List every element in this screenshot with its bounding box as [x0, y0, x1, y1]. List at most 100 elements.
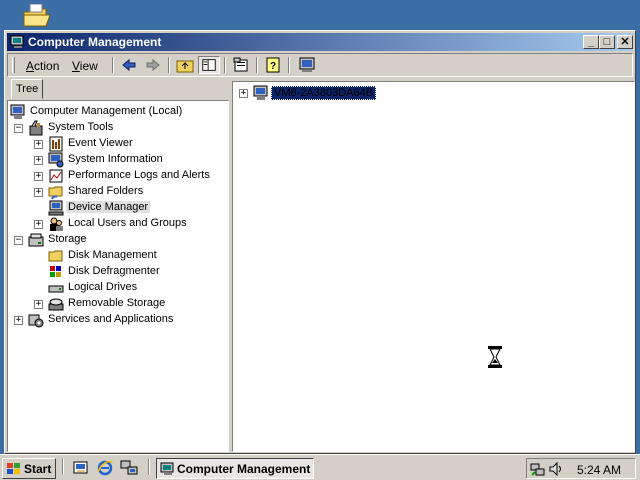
detail-node-computer[interactable]: + VM8-2A3803DA64B [239, 85, 389, 101]
taskbar-button-computer-management[interactable]: Computer Management [156, 458, 314, 479]
tree-node-disk-management[interactable]: Disk Management [34, 248, 224, 264]
up-folder-icon[interactable] [174, 56, 196, 74]
window-title: Computer Management [28, 35, 162, 49]
tree-node-system-tools[interactable]: − System Tools [14, 120, 214, 136]
expand-icon[interactable]: + [14, 316, 23, 325]
tree-node-performance-logs[interactable]: + Performance Logs and Alerts [34, 168, 228, 184]
tab-tree[interactable]: Tree [11, 79, 43, 99]
volume-icon[interactable] [548, 461, 564, 477]
expand-icon[interactable]: + [239, 89, 248, 98]
menu-action-accel: A [26, 59, 35, 73]
forward-icon[interactable] [142, 56, 164, 74]
computer-icon [10, 104, 25, 119]
tree-label: System Information [68, 153, 163, 165]
expand-icon[interactable]: + [34, 172, 43, 181]
system-tools-icon [29, 120, 43, 136]
collapse-icon[interactable]: − [14, 124, 23, 133]
tree-label: Shared Folders [68, 185, 144, 197]
computer-name-label: VM8-2A3803DA64B [271, 86, 377, 100]
tree-node-services-apps[interactable]: + Services and Applications [14, 312, 214, 328]
tree-label: Computer Management (Local) [30, 105, 183, 117]
tree-label-selected: Device Manager [66, 201, 151, 213]
system-tray: 5:24 AM [526, 458, 636, 479]
computer-icon[interactable] [296, 56, 318, 74]
services-applications-icon [28, 314, 44, 328]
tree-node-storage[interactable]: − Storage [14, 232, 214, 248]
maximize-button[interactable]: □ [599, 35, 615, 49]
tree-label: Event Viewer [68, 137, 133, 149]
toolbar-separator [168, 57, 170, 73]
tree-node-removable-storage[interactable]: + Removable Storage [34, 296, 224, 312]
disk-management-icon [48, 250, 63, 262]
computer-management-window: Computer Management _ □ ✕ Action View ? … [4, 30, 636, 454]
event-viewer-icon [49, 136, 63, 152]
taskbar-separator [148, 459, 150, 475]
tree-label: Disk Defragmenter [68, 265, 160, 277]
tree-label: Services and Applications [48, 313, 174, 325]
start-button[interactable]: Start [2, 458, 56, 479]
logical-drives-icon [48, 285, 64, 293]
computer-management-icon [160, 462, 174, 475]
expand-icon[interactable]: + [34, 188, 43, 197]
internet-explorer-icon[interactable] [96, 459, 114, 477]
hourglass-cursor-icon [488, 346, 502, 368]
menu-toolbar: Action View ? [7, 53, 633, 77]
tree-label: System Tools [48, 121, 114, 133]
toolbar-separator [112, 57, 114, 73]
network-status-icon[interactable] [530, 461, 546, 477]
tree-label: Logical Drives [68, 281, 138, 293]
menu-view-label: iew [79, 59, 98, 73]
detail-pane[interactable]: + VM8-2A3803DA64B [232, 81, 635, 452]
back-icon[interactable] [118, 56, 140, 74]
toolbar-separator [288, 57, 290, 73]
disk-defragmenter-icon [50, 266, 61, 277]
network-icon[interactable] [120, 459, 138, 477]
menu-view-accel: V [72, 59, 80, 73]
properties-icon[interactable] [230, 56, 252, 74]
clock[interactable]: 5:24 AM [577, 463, 621, 477]
tree-label: Storage [48, 233, 87, 245]
menu-action[interactable]: Action [26, 59, 59, 73]
taskbar-separator [62, 459, 64, 475]
tree-label: Removable Storage [68, 297, 166, 309]
tree-node-event-viewer[interactable]: + Event Viewer [34, 136, 224, 152]
tree-node-shared-folders[interactable]: + Shared Folders [34, 184, 224, 200]
toolbar-separator [224, 57, 226, 73]
toolbar-grip[interactable] [12, 57, 15, 73]
tree-label: Local Users and Groups [68, 217, 187, 229]
shared-folders-icon [48, 186, 63, 200]
show-desktop-icon[interactable] [72, 459, 90, 477]
tree-node-device-manager[interactable]: Device Manager [34, 200, 224, 216]
tree-pane[interactable]: Computer Management (Local) − System Too… [7, 100, 229, 452]
start-label: Start [24, 462, 52, 476]
taskbar-button-label: Computer Management [177, 462, 311, 476]
tree-node-root[interactable]: Computer Management (Local) [10, 104, 220, 120]
expand-icon[interactable]: + [34, 300, 43, 309]
windows-logo-icon [7, 463, 20, 474]
show-hide-tree-icon[interactable] [198, 56, 220, 74]
svg-text:?: ? [270, 61, 276, 72]
help-icon[interactable]: ? [262, 56, 284, 74]
system-information-icon [48, 152, 64, 168]
expand-icon[interactable]: + [34, 156, 43, 165]
close-button[interactable]: ✕ [617, 35, 633, 49]
performance-logs-icon [49, 169, 63, 183]
device-manager-icon [48, 200, 64, 216]
tree-label: Disk Management [68, 249, 157, 261]
toolbar-separator [256, 57, 258, 73]
tree-node-system-information[interactable]: + System Information [34, 152, 224, 168]
menu-view[interactable]: View [72, 59, 98, 73]
computer-management-icon [10, 35, 24, 48]
collapse-icon[interactable]: − [14, 236, 23, 245]
storage-icon [28, 233, 44, 247]
expand-icon[interactable]: + [34, 220, 43, 229]
tree-node-logical-drives[interactable]: Logical Drives [34, 280, 224, 296]
computer-icon [253, 85, 268, 100]
title-bar[interactable]: Computer Management _ □ ✕ [7, 33, 633, 51]
tree-node-disk-defragmenter[interactable]: Disk Defragmenter [34, 264, 224, 280]
expand-icon[interactable]: + [34, 140, 43, 149]
minimize-button[interactable]: _ [583, 35, 599, 49]
removable-storage-icon [48, 298, 64, 311]
desktop-folder-icon[interactable] [22, 4, 52, 28]
tree-node-local-users[interactable]: + Local Users and Groups [34, 216, 224, 232]
